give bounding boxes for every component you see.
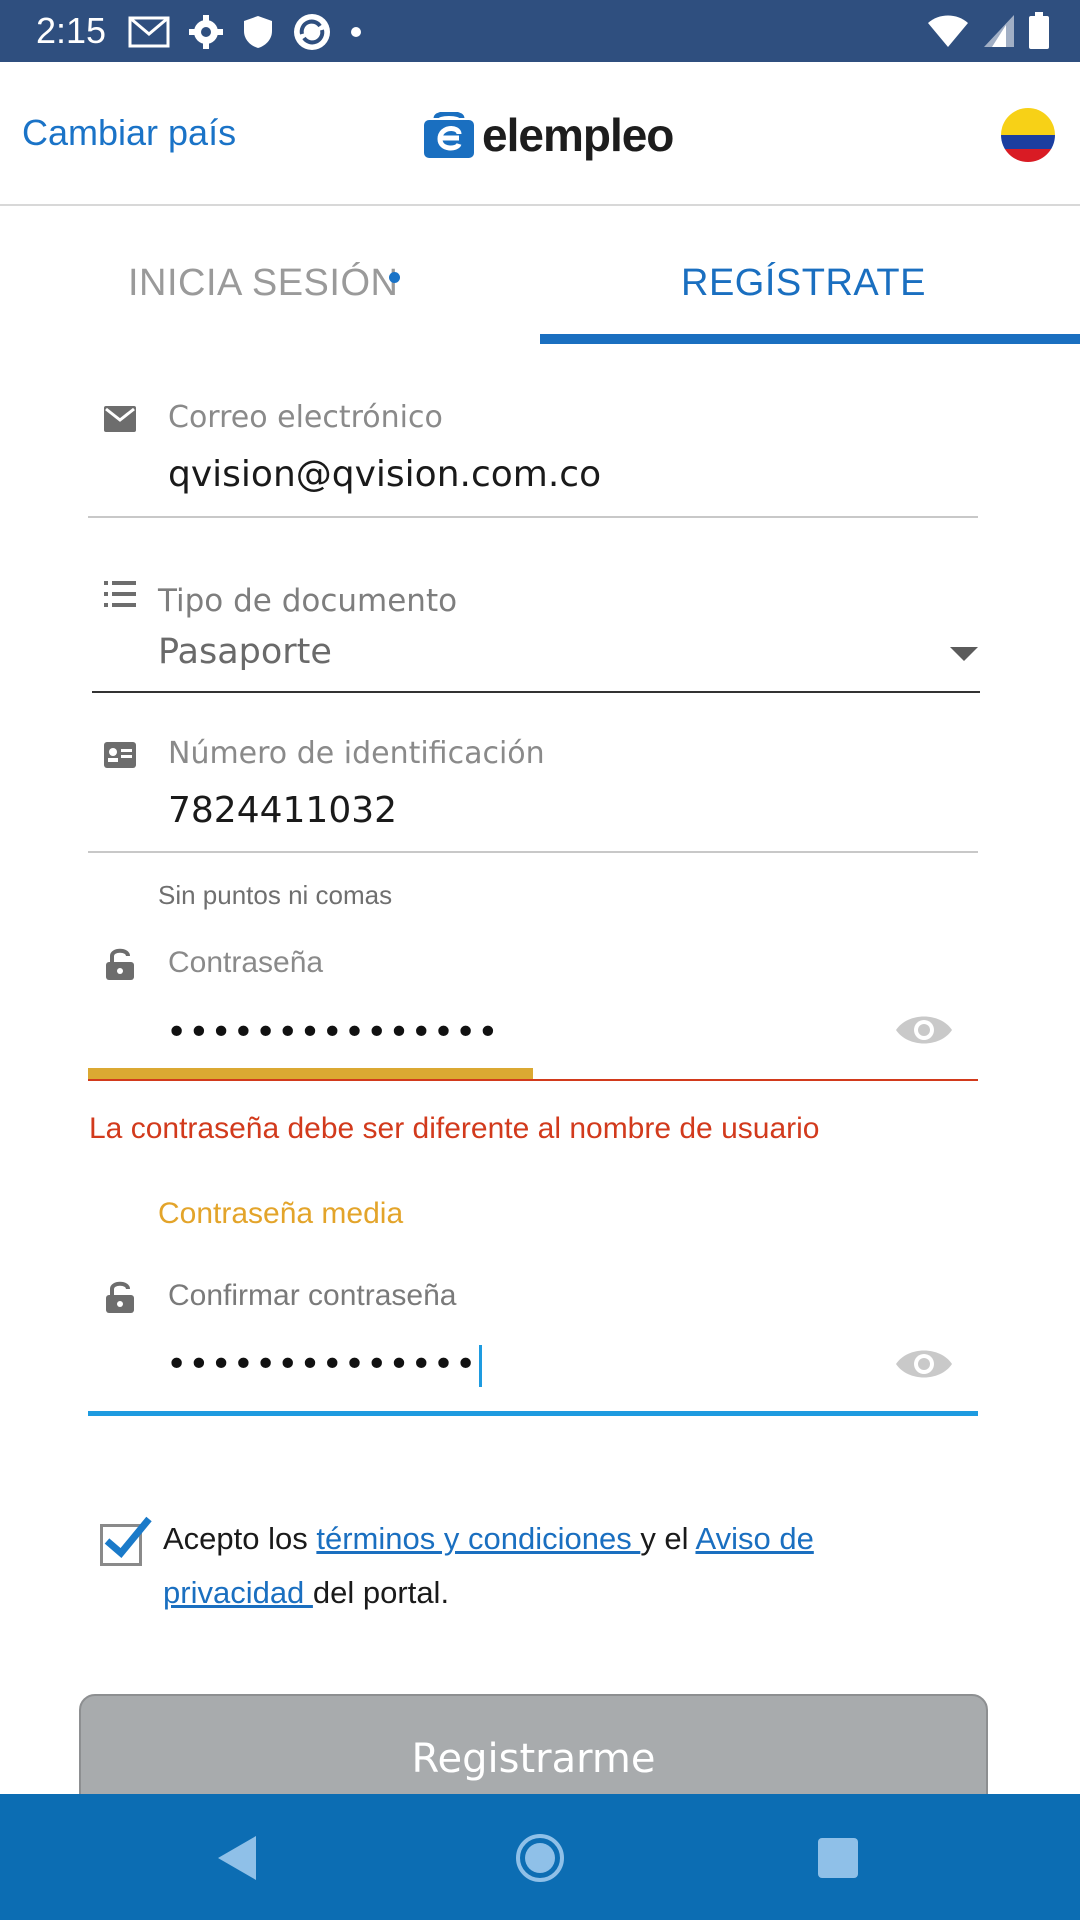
privacy-link-part1[interactable]: Aviso de bbox=[695, 1521, 813, 1556]
terms-suffix: del portal. bbox=[312, 1575, 450, 1610]
email-label: Correo electrónico bbox=[168, 400, 443, 435]
checkmark-icon bbox=[104, 1516, 152, 1558]
password-strength-label: Contraseña media bbox=[158, 1197, 404, 1230]
confirm-password-underline-focus bbox=[88, 1411, 978, 1416]
terms-checkbox[interactable] bbox=[100, 1516, 152, 1566]
eye-icon[interactable] bbox=[894, 1010, 954, 1050]
password-underline-error bbox=[88, 1079, 978, 1081]
tab-login[interactable]: INICIA SESIÓN bbox=[128, 262, 398, 305]
lock-icon bbox=[106, 948, 134, 980]
document-type-select[interactable]: Pasaporte bbox=[158, 632, 332, 672]
logo-text: elempleo bbox=[482, 109, 674, 161]
terms-prefix: Acepto los bbox=[163, 1521, 317, 1556]
confirm-password-input[interactable]: •••••••••••••• bbox=[166, 1344, 483, 1387]
home-icon[interactable] bbox=[516, 1834, 564, 1882]
terms-middle: y el bbox=[640, 1521, 696, 1556]
status-left-icons bbox=[128, 12, 362, 52]
status-right-icons bbox=[926, 12, 1050, 50]
password-error: La contraseña debe ser diferente al nomb… bbox=[89, 1112, 820, 1145]
document-type-label: Tipo de documento bbox=[158, 583, 458, 619]
auth-tabs: INICIA SESIÓN REGÍSTRATE bbox=[0, 206, 1080, 346]
recents-icon[interactable] bbox=[818, 1838, 858, 1878]
sync-icon bbox=[294, 14, 330, 50]
confirm-password-label: Confirmar contraseña bbox=[168, 1279, 457, 1312]
tab-active-indicator bbox=[540, 334, 1080, 344]
change-country-link[interactable]: Cambiar país bbox=[22, 112, 236, 154]
back-icon[interactable] bbox=[218, 1836, 256, 1880]
id-number-underline bbox=[88, 851, 978, 853]
wifi-icon bbox=[928, 15, 968, 47]
settings-icon bbox=[189, 15, 223, 49]
password-label: Contraseña bbox=[168, 946, 324, 979]
tab-notification-dot bbox=[389, 272, 400, 283]
colombia-flag-icon[interactable] bbox=[1001, 108, 1055, 162]
password-input[interactable]: ••••••••••••••• bbox=[166, 1012, 500, 1053]
status-bar: 2:15 bbox=[0, 0, 1080, 62]
list-icon bbox=[104, 581, 136, 607]
dot-icon bbox=[351, 27, 361, 37]
email-underline bbox=[88, 516, 978, 518]
status-time: 2:15 bbox=[36, 10, 107, 51]
elempleo-logo: elempleo bbox=[424, 108, 674, 162]
tab-register[interactable]: REGÍSTRATE bbox=[681, 262, 926, 305]
battery-icon bbox=[1029, 12, 1049, 49]
envelope-icon bbox=[104, 406, 136, 432]
gmail-icon bbox=[128, 16, 170, 48]
document-type-underline bbox=[92, 691, 980, 693]
system-nav-bar bbox=[0, 1794, 1080, 1920]
id-number-label: Número de identificación bbox=[168, 736, 545, 771]
id-card-icon bbox=[104, 742, 136, 768]
terms-link[interactable]: términos y condiciones bbox=[316, 1521, 640, 1556]
privacy-link-part2[interactable]: privacidad bbox=[163, 1575, 313, 1610]
signal-icon bbox=[984, 15, 1014, 47]
logo-mark-icon bbox=[424, 112, 474, 158]
terms-text: Acepto los términos y condiciones y el A… bbox=[163, 1512, 883, 1620]
lock-open-icon bbox=[106, 1281, 134, 1313]
id-number-helper: Sin puntos ni comas bbox=[158, 880, 393, 910]
eye-icon[interactable] bbox=[894, 1344, 954, 1384]
password-strength-bar bbox=[88, 1068, 533, 1079]
id-number-input[interactable]: 7824411032 bbox=[168, 790, 397, 831]
text-cursor bbox=[479, 1345, 483, 1387]
chevron-down-icon[interactable] bbox=[950, 647, 978, 661]
app-header: Cambiar país elempleo bbox=[0, 62, 1080, 206]
shield-icon bbox=[244, 16, 272, 48]
email-input[interactable]: qvision@qvision.com.co bbox=[168, 454, 601, 495]
